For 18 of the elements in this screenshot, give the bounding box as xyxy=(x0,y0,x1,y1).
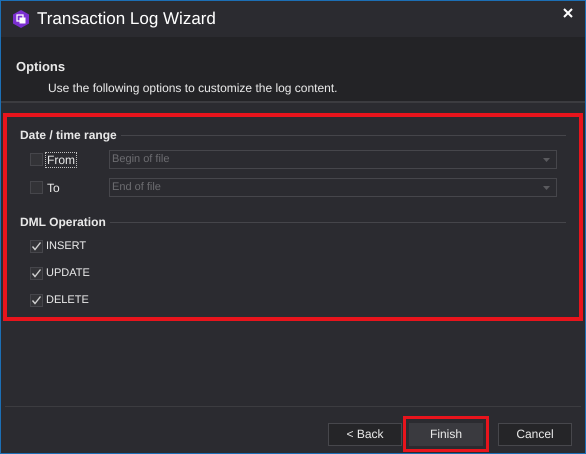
app-logo-icon xyxy=(13,10,29,28)
group-title: DML Operation xyxy=(20,214,106,231)
close-icon[interactable] xyxy=(563,8,573,18)
dropdown-arrow-icon xyxy=(543,158,550,162)
wizard-button[interactable]: Finish xyxy=(409,422,483,446)
group-title: Date / time range xyxy=(20,127,117,144)
section-title: Options xyxy=(16,58,66,76)
window-title: Transaction Log Wizard xyxy=(37,8,216,30)
checkbox-label[interactable]: INSERT xyxy=(46,238,86,254)
checkbox[interactable] xyxy=(30,266,43,280)
wizard-button[interactable]: < Back xyxy=(328,422,402,446)
checkbox[interactable] xyxy=(30,240,43,252)
checkbox[interactable] xyxy=(30,294,43,306)
wizard-button[interactable]: Cancel xyxy=(498,422,572,446)
section-description: Use the following options to customize the log content. xyxy=(47,80,338,96)
dropdown-arrow-icon xyxy=(543,186,550,190)
checkbox-label[interactable]: UPDATE xyxy=(46,264,90,282)
checkbox-label[interactable]: DELETE xyxy=(46,292,89,308)
